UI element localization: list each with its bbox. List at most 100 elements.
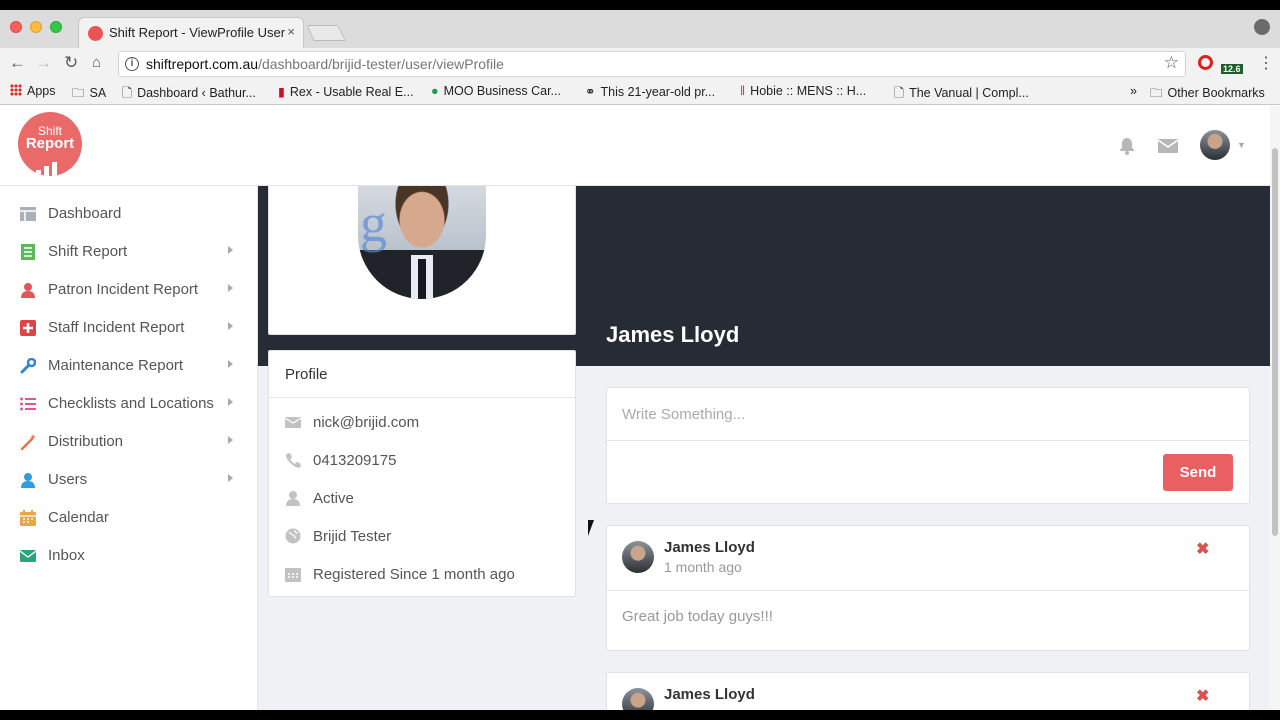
- sidebar-item-distribution[interactable]: Distribution: [0, 423, 258, 461]
- post-body: Great job today guys!!!: [622, 608, 773, 625]
- user-icon: [21, 473, 35, 488]
- profile-card-header: Profile: [269, 351, 575, 398]
- browser-menu-icon[interactable]: ⋮: [1258, 53, 1274, 73]
- mouse-cursor-icon: [588, 520, 594, 536]
- caret-right-icon: [228, 246, 233, 254]
- reload-icon[interactable]: ↻: [64, 53, 78, 73]
- bookmark-vanual[interactable]: 🗋 The Vanual | Compl...: [894, 84, 1029, 105]
- tab-close-icon[interactable]: ×: [287, 24, 295, 39]
- magic-wand-icon: [20, 434, 36, 450]
- sidebar-item-shift-report[interactable]: Shift Report: [0, 233, 258, 271]
- app-header: Shift Report ▼: [0, 106, 1280, 186]
- home-icon[interactable]: ⌂: [92, 54, 101, 71]
- sidebar-item-inbox[interactable]: Inbox: [0, 537, 258, 575]
- caret-right-icon: [228, 322, 233, 330]
- list-ul-icon: [20, 397, 36, 411]
- window-minimize-button[interactable]: [30, 21, 42, 33]
- post-author[interactable]: James Lloyd: [664, 539, 755, 556]
- feed-post: James Lloyd 1 month ago ✖ Great job toda…: [606, 525, 1250, 651]
- profile-phone: 0413209175: [313, 452, 397, 469]
- browser-profile-icon[interactable]: [1254, 19, 1270, 35]
- shift-report-logo[interactable]: Shift Report: [18, 112, 82, 176]
- page-icon: 🗋: [894, 86, 905, 100]
- sidebar-item-staff-incident-report[interactable]: Staff Incident Report: [0, 309, 258, 347]
- table-icon: [20, 207, 36, 221]
- caret-right-icon: [228, 398, 233, 406]
- sidebar-item-calendar[interactable]: Calendar: [0, 499, 258, 537]
- profile-photo: g: [358, 186, 486, 299]
- bookmark-dashboard[interactable]: 🗋 Dashboard ‹ Bathur...: [122, 84, 256, 105]
- bookmark-hobie[interactable]: ‖ Hobie :: MENS :: H...: [740, 84, 866, 98]
- avatar[interactable]: [622, 541, 654, 573]
- browser-tabstrip: Shift Report - ViewProfile User ×: [0, 10, 1280, 48]
- envelope-icon: [285, 417, 301, 428]
- bookmark-rex[interactable]: ▮ Rex - Usable Real E...: [278, 84, 414, 99]
- feed-post-header: James Lloyd 1 month ago ✖: [607, 526, 1249, 591]
- user-avatar[interactable]: [1200, 130, 1230, 160]
- page-scrollbar[interactable]: [1270, 106, 1280, 720]
- bookmark-star-icon[interactable]: ☆: [1164, 53, 1179, 73]
- caret-right-icon: [228, 360, 233, 368]
- caret-right-icon: [228, 284, 233, 292]
- info-icon[interactable]: i: [125, 57, 139, 71]
- logo-line2: Report: [25, 135, 75, 152]
- post-timestamp: 1 month ago: [664, 559, 742, 575]
- bookmark-apps[interactable]: Apps: [10, 84, 56, 98]
- profile-registered: Registered Since 1 month ago: [313, 566, 515, 583]
- delete-post-icon[interactable]: ✖: [1196, 686, 1209, 706]
- url-text[interactable]: shiftreport.com.au/dashboard/brijid-test…: [146, 56, 504, 72]
- browser-toolbar: ← → ↻ ⌂ i shiftreport.com.au/dashboard/b…: [0, 48, 1280, 80]
- page-icon: ⚭: [585, 85, 596, 99]
- envelope-icon: [20, 550, 36, 562]
- profile-email-row: nick@brijid.com: [269, 404, 575, 442]
- profile-registered-row: Registered Since 1 month ago: [269, 556, 575, 594]
- sidebar-item-users[interactable]: Users: [0, 461, 258, 499]
- window-close-button[interactable]: [10, 21, 22, 33]
- window-zoom-button[interactable]: [50, 21, 62, 33]
- sidebar-item-label: Inbox: [48, 547, 85, 564]
- sidebar-item-label: Checklists and Locations: [48, 395, 214, 412]
- profile-company-row: Brijid Tester: [269, 518, 575, 556]
- opera-extension-icon[interactable]: [1198, 55, 1213, 70]
- bookmarks-overflow-chevron[interactable]: »: [1130, 84, 1137, 98]
- sidebar-item-dashboard[interactable]: Dashboard: [0, 195, 258, 233]
- delete-post-icon[interactable]: ✖: [1196, 539, 1209, 559]
- bookmark-moo[interactable]: ● MOO Business Car...: [431, 84, 561, 98]
- profile-status: Active: [313, 490, 354, 507]
- post-author[interactable]: James Lloyd: [664, 686, 755, 703]
- post-input[interactable]: [607, 388, 1249, 441]
- profile-section-title: Profile: [285, 366, 328, 383]
- chevron-down-icon[interactable]: ▼: [1237, 140, 1246, 150]
- moo-drop-icon: ●: [431, 84, 439, 98]
- main-content: James Lloyd g Profile nick@brijid.com 04…: [258, 186, 1270, 720]
- sidebar-item-maintenance-report[interactable]: Maintenance Report: [0, 347, 258, 385]
- folder-icon: 🗀: [72, 86, 85, 100]
- mail-icon[interactable]: [1158, 138, 1178, 154]
- extension-badge[interactable]: 12.6: [1221, 64, 1243, 74]
- sidebar-item-patron-incident-report[interactable]: Patron Incident Report: [0, 271, 258, 309]
- sidebar-item-label: Users: [48, 471, 88, 488]
- bookmark-other[interactable]: 🗀 Other Bookmarks: [1150, 84, 1265, 105]
- calendar-icon: [285, 568, 301, 582]
- bookmark-flag-icon: ▮: [278, 85, 285, 99]
- bookmark-21-year-old[interactable]: ⚭ This 21-year-old pr...: [585, 84, 715, 99]
- caret-right-icon: [228, 436, 233, 444]
- back-arrow-icon[interactable]: ←: [9, 53, 26, 73]
- sidebar-item-label: Shift Report: [48, 243, 128, 260]
- address-bar[interactable]: i shiftreport.com.au/dashboard/brijid-te…: [118, 51, 1186, 77]
- screen-bottom-border: [0, 710, 1280, 720]
- send-button[interactable]: Send: [1163, 454, 1233, 491]
- browser-tab[interactable]: Shift Report - ViewProfile User ×: [78, 17, 304, 48]
- forward-arrow-icon[interactable]: →: [35, 53, 52, 73]
- plus-square-icon: [20, 320, 36, 336]
- shift-report-favicon-icon: [88, 26, 103, 41]
- profile-phone-row: 0413209175: [269, 442, 575, 480]
- new-tab-button[interactable]: [306, 25, 346, 41]
- post-composer: Send: [606, 387, 1250, 504]
- sidebar-item-label: Maintenance Report: [48, 357, 184, 374]
- bookmark-sa[interactable]: 🗀 SA: [72, 84, 106, 105]
- scrollbar-thumb[interactable]: [1272, 148, 1278, 536]
- bell-icon[interactable]: [1117, 136, 1137, 156]
- screen-top-border: [0, 0, 1280, 10]
- sidebar-item-checklists-and-locations[interactable]: Checklists and Locations: [0, 385, 258, 423]
